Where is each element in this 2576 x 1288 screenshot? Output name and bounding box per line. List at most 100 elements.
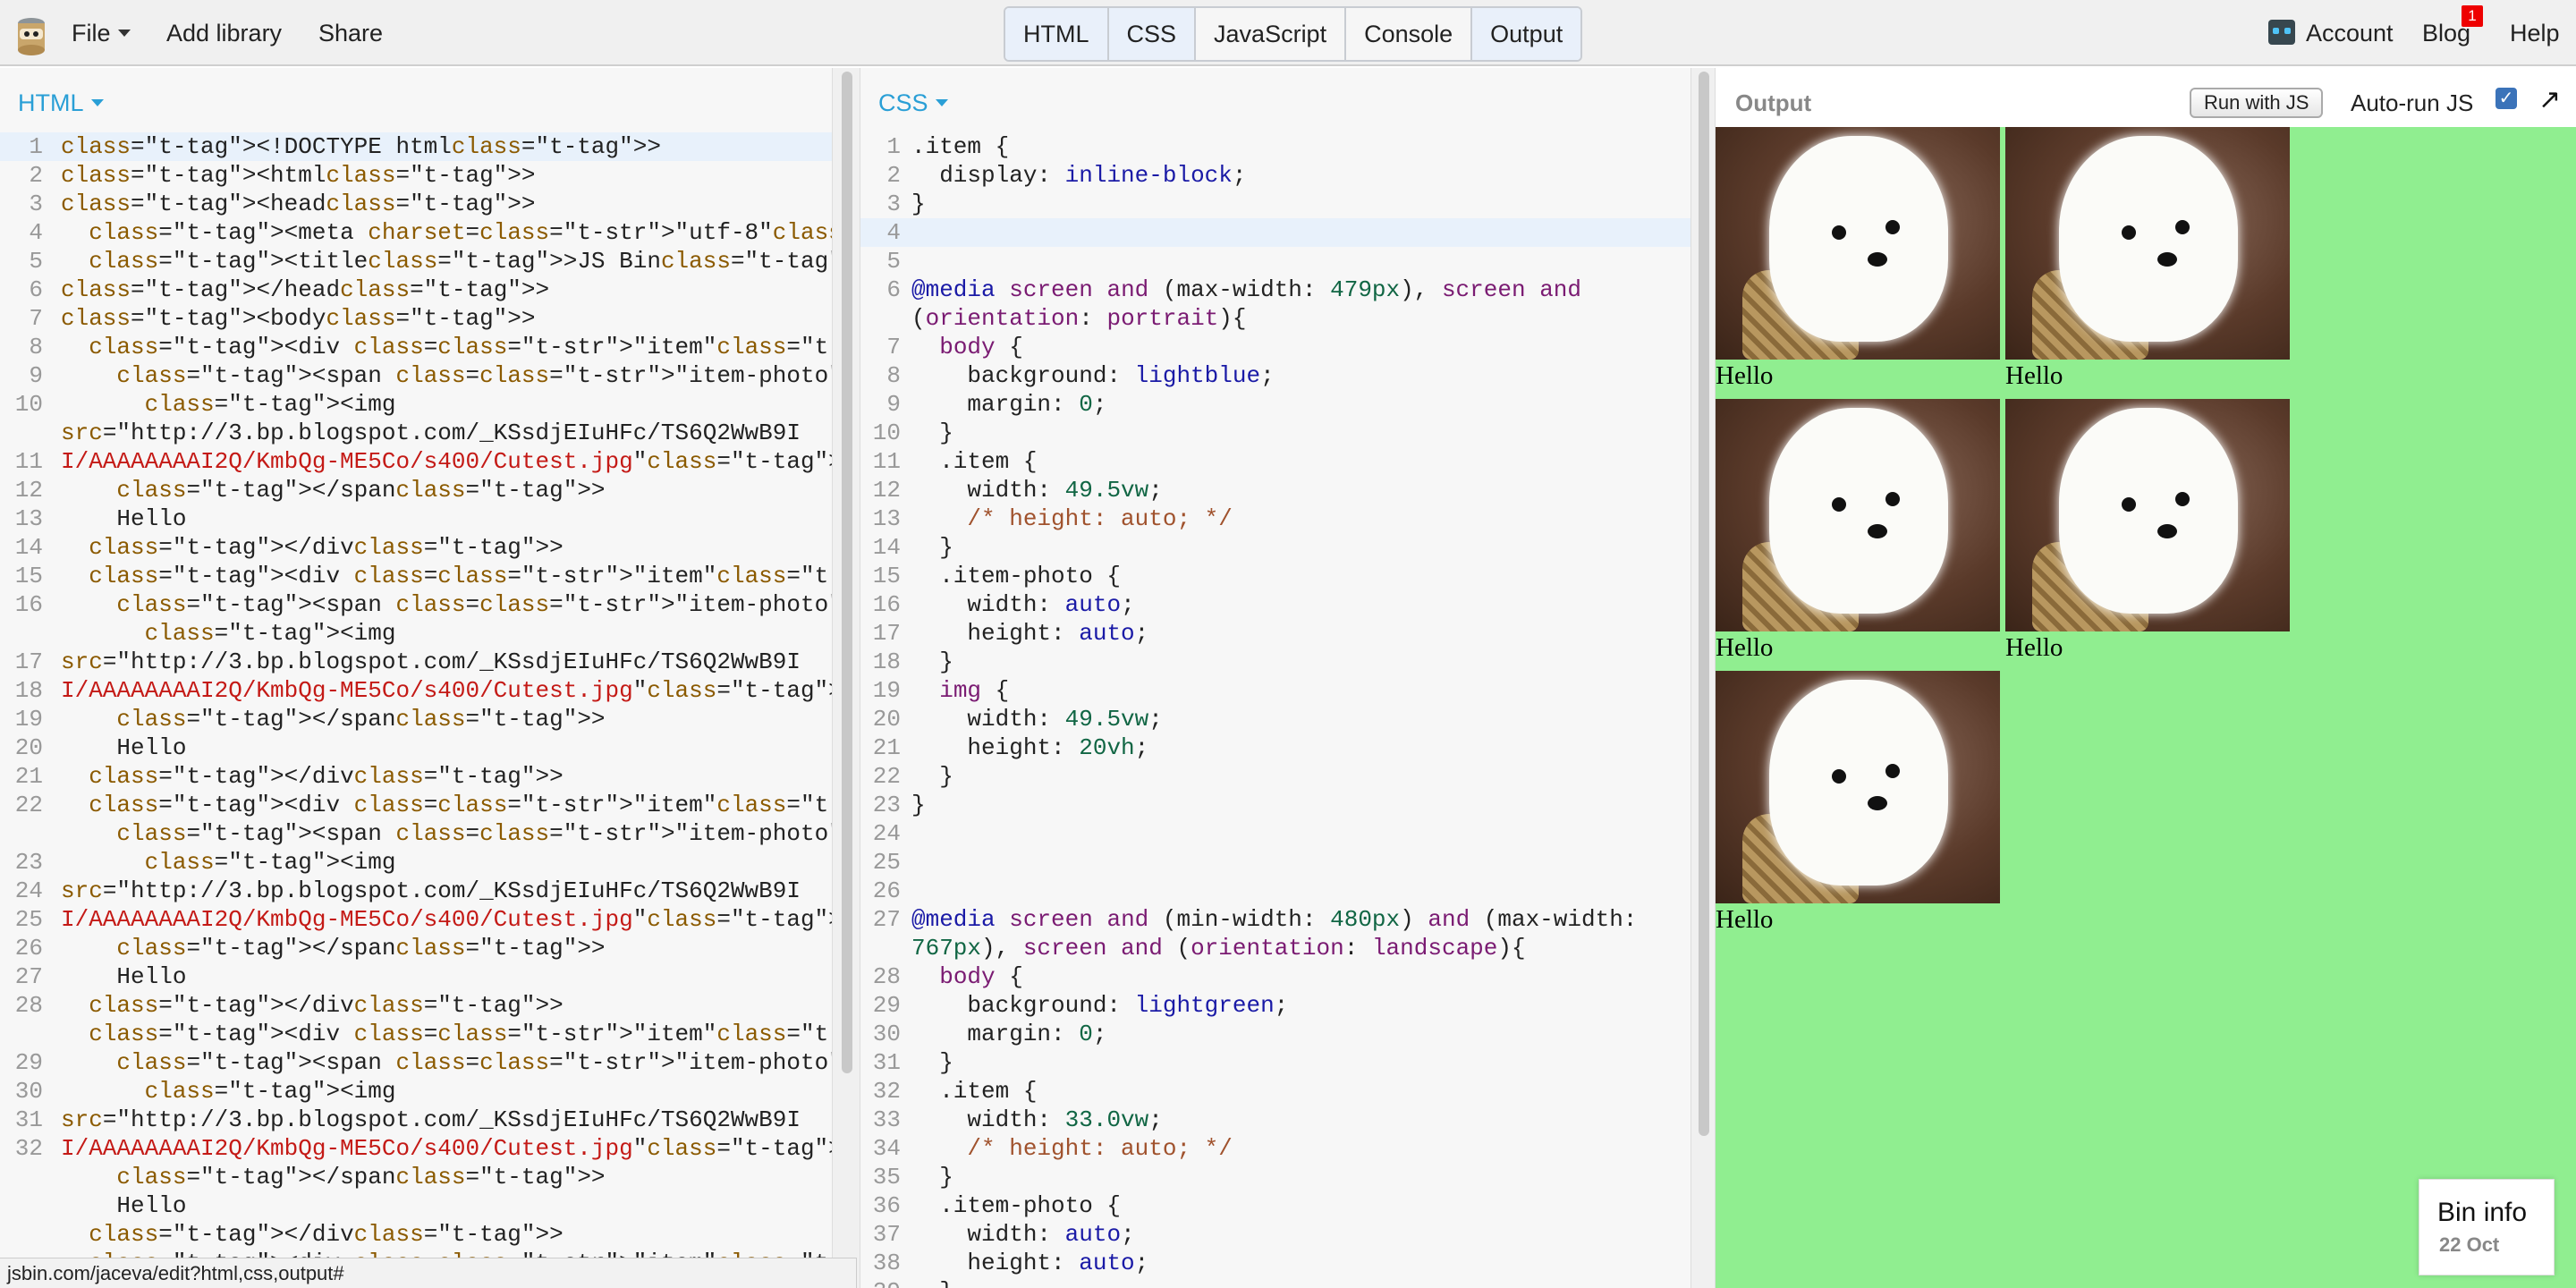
jsbin-logo-icon[interactable] [14, 16, 48, 55]
tab-output[interactable]: Output [1472, 8, 1581, 60]
code-line[interactable]: 16 width: auto; [860, 590, 1690, 619]
code-line[interactable]: 18 I/AAAAAAAAI2Q/KmbQg-ME5Co/s400/Cutest.… [0, 676, 832, 705]
code-line[interactable]: 8 class="t-tag"><div class=class="t-str"… [0, 333, 832, 361]
code-line[interactable]: 24 src="http://3.bp.blogspot.com/_KSsdjEI… [0, 877, 832, 905]
add-library-button[interactable]: Add library [166, 20, 282, 47]
code-line[interactable]: 28 body { [860, 962, 1690, 991]
help-link[interactable]: Help [2510, 20, 2560, 47]
code-line[interactable]: 30 class="t-tag"><img [0, 1077, 832, 1106]
code-line[interactable]: src="http://3.bp.blogspot.com/_KSsdjEIuH… [0, 419, 832, 447]
code-line[interactable]: 2 display: inline-block; [860, 161, 1690, 190]
code-line[interactable]: 15 .item-photo { [860, 562, 1690, 590]
code-line[interactable]: 20 Hello [0, 733, 832, 762]
html-code-editor[interactable]: 1 class="t-tag"><!DOCTYPE htmlclass="t-ta… [0, 132, 832, 1277]
code-line[interactable]: 3} [860, 190, 1690, 218]
code-line[interactable]: 10 } [860, 419, 1690, 447]
code-line[interactable]: 39 } [860, 1277, 1690, 1288]
code-line[interactable]: 27 @media screen and (min-width: 480px) a… [860, 905, 1690, 934]
code-line[interactable]: 19 img { [860, 676, 1690, 705]
code-line[interactable]: 31 } [860, 1048, 1690, 1077]
popout-arrow-icon[interactable]: ↗ [2538, 84, 2561, 115]
css-panel-menu[interactable]: CSS [878, 89, 948, 117]
code-line[interactable]: 30 margin: 0; [860, 1020, 1690, 1048]
share-button[interactable]: Share [318, 20, 383, 47]
code-line[interactable]: 17 src="http://3.bp.blogspot.com/_KSsdjEI… [0, 648, 832, 676]
code-line[interactable]: 11 .item { [860, 447, 1690, 476]
code-line[interactable]: 29 class="t-tag"><span class=class="t-st… [0, 1048, 832, 1077]
code-line[interactable]: 14 class="t-tag"></divclass="t-tag">> [0, 533, 832, 562]
tab-javascript[interactable]: JavaScript [1196, 8, 1347, 60]
code-line[interactable]: 21 height: 20vh; [860, 733, 1690, 762]
account-icon[interactable] [2268, 20, 2295, 45]
css-editor-panel[interactable]: CSS 1 .item {2 display: inline-block; 3} 4 5… [860, 68, 1690, 1288]
html-editor-panel[interactable]: HTML 1 class="t-tag"><!DOCTYPE htmlclass=… [0, 68, 832, 1288]
code-line[interactable]: 1 .item { [860, 132, 1690, 161]
tab-css[interactable]: CSS [1108, 8, 1197, 60]
code-line[interactable]: 16 class="t-tag"><span class=class="t-st… [0, 590, 832, 619]
bin-info-card[interactable]: Bin info 22 Oct [2419, 1179, 2555, 1275]
code-line[interactable]: 25 I/AAAAAAAAI2Q/KmbQg-ME5Co/s400/Cutest.… [0, 905, 832, 934]
code-line[interactable]: 26 [860, 877, 1690, 905]
code-line[interactable]: 5 [860, 247, 1690, 275]
code-line[interactable]: 6 class="t-tag"></headclass="t-tag">> [0, 275, 832, 304]
code-line[interactable]: 12 width: 49.5vw; [860, 476, 1690, 504]
panel-splitter[interactable] [1690, 68, 1716, 1288]
code-line[interactable]: 8 background: lightblue; [860, 361, 1690, 390]
output-panel[interactable]: Output Run with JS Auto-run JS ✓ ↗ Hello… [1716, 68, 2576, 1288]
code-line[interactable]: 12 class="t-tag"></spanclass="t-tag">> [0, 476, 832, 504]
code-line[interactable]: 21 class="t-tag"></divclass="t-tag">> [0, 762, 832, 791]
code-line[interactable]: 19 class="t-tag"></spanclass="t-tag">> [0, 705, 832, 733]
code-line[interactable]: 27 Hello [0, 962, 832, 991]
code-line[interactable]: 25 [860, 848, 1690, 877]
html-panel-menu[interactable]: HTML [18, 89, 104, 117]
code-line[interactable]: 14 } [860, 533, 1690, 562]
code-line[interactable]: 32 .item { [860, 1077, 1690, 1106]
code-line[interactable]: class="t-tag"><div class=class="t-str">"… [0, 1020, 832, 1048]
code-line[interactable]: 37 width: auto; [860, 1220, 1690, 1249]
code-line[interactable]: 29 background: lightgreen; [860, 991, 1690, 1020]
css-scrollbar[interactable] [1699, 72, 1709, 1136]
code-line[interactable]: class="t-tag"><img [0, 619, 832, 648]
code-line[interactable]: 2 class="t-tag"><htmlclass="t-tag">> [0, 161, 832, 190]
code-line[interactable]: 33 width: 33.0vw; [860, 1106, 1690, 1134]
code-line[interactable]: 32 I/AAAAAAAAI2Q/KmbQg-ME5Co/s400/Cutest.… [0, 1134, 832, 1163]
run-with-js-button[interactable]: Run with JS [2190, 88, 2324, 118]
code-line[interactable]: (orientation: portrait){ [860, 304, 1690, 333]
code-line[interactable]: 5 class="t-tag"><titleclass="t-tag">>JS … [0, 247, 832, 275]
code-line[interactable]: class="t-tag"><span class=class="t-str">… [0, 819, 832, 848]
code-line[interactable]: Hello [0, 1191, 832, 1220]
code-line[interactable]: class="t-tag"></spanclass="t-tag">> [0, 1163, 832, 1191]
code-line[interactable]: 7 class="t-tag"><bodyclass="t-tag">> [0, 304, 832, 333]
code-line[interactable]: 36 .item-photo { [860, 1191, 1690, 1220]
autorun-checkbox[interactable]: ✓ [2496, 88, 2517, 109]
code-line[interactable]: 1 class="t-tag"><!DOCTYPE htmlclass="t-ta… [0, 132, 832, 161]
code-line[interactable]: 4 class="t-tag"><meta charset=class="t-s… [0, 218, 832, 247]
code-line[interactable]: 23} [860, 791, 1690, 819]
css-code-editor[interactable]: 1 .item {2 display: inline-block; 3} 4 5 6 @me… [860, 132, 1690, 1288]
code-line[interactable]: 20 width: 49.5vw; [860, 705, 1690, 733]
code-line[interactable]: 7 body { [860, 333, 1690, 361]
code-line[interactable]: 10 class="t-tag"><img [0, 390, 832, 419]
code-line[interactable]: 13 /* height: auto; */ [860, 504, 1690, 533]
code-line[interactable]: class="t-tag"></divclass="t-tag">> [0, 1220, 832, 1249]
tab-html[interactable]: HTML [1005, 8, 1109, 60]
code-line[interactable]: 35 } [860, 1163, 1690, 1191]
code-line[interactable]: 3 class="t-tag"><headclass="t-tag">> [0, 190, 832, 218]
code-line[interactable]: 23 class="t-tag"><img [0, 848, 832, 877]
code-line[interactable]: 31 src="http://3.bp.blogspot.com/_KSsdjEI… [0, 1106, 832, 1134]
code-line[interactable]: 38 height: auto; [860, 1249, 1690, 1277]
code-line[interactable]: 18 } [860, 648, 1690, 676]
code-line[interactable]: 9 margin: 0; [860, 390, 1690, 419]
code-line[interactable]: 28 class="t-tag"></divclass="t-tag">> [0, 991, 832, 1020]
code-line[interactable]: 17 height: auto; [860, 619, 1690, 648]
account-button[interactable]: Account [2306, 20, 2394, 47]
code-line[interactable]: 22 } [860, 762, 1690, 791]
panel-splitter[interactable] [832, 68, 860, 1288]
code-line[interactable]: 15 class="t-tag"><div class=class="t-str… [0, 562, 832, 590]
code-line[interactable]: 6 @media screen and (max-width: 479px), s… [860, 275, 1690, 304]
code-line[interactable]: 9 class="t-tag"><span class=class="t-str… [0, 361, 832, 390]
html-scrollbar[interactable] [842, 72, 852, 1073]
code-line[interactable]: 11 I/AAAAAAAAI2Q/KmbQg-ME5Co/s400/Cutest.… [0, 447, 832, 476]
file-menu[interactable]: File [72, 20, 131, 47]
code-line[interactable]: 22 class="t-tag"><div class=class="t-str… [0, 791, 832, 819]
